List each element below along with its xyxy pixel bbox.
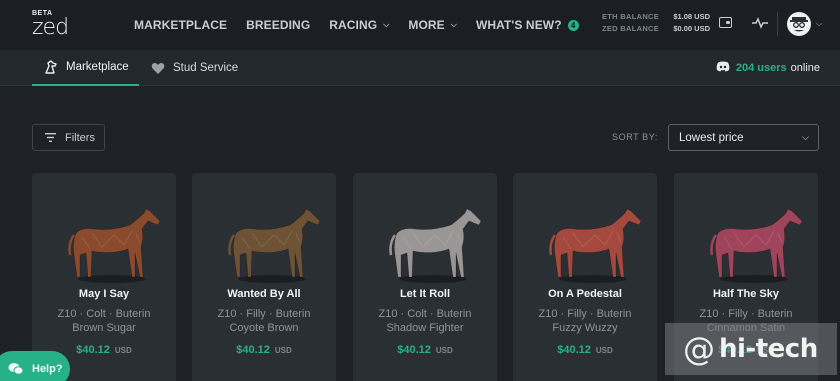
horse-price-currency: USD <box>435 346 453 355</box>
filter-lines-icon <box>45 133 56 142</box>
nav-breeding[interactable]: BREEDING <box>246 18 310 32</box>
horse-coat: Shadow Fighter <box>386 322 464 334</box>
horse-image <box>228 208 321 283</box>
horse-card[interactable]: Let It Roll Z10 · Colt · Buterin Shadow Fi… <box>353 173 497 381</box>
whats-new-badge: 4 <box>567 19 579 31</box>
filters-button[interactable]: Filters <box>32 124 105 151</box>
watermark-at-icon: @ <box>683 330 715 368</box>
horse-genotype: Z10 · Colt · Buterin <box>378 308 472 320</box>
horse-price-currency: USD <box>274 346 292 355</box>
horse-genotype: Z10 · Filly · Buterin <box>699 308 793 320</box>
chevron-down-icon[interactable]: ⌵ <box>816 19 822 29</box>
horse-image <box>389 208 482 283</box>
avatar-face-icon <box>790 17 808 32</box>
online-users-count: 204 users <box>735 62 787 74</box>
nav-more-label: MORE <box>408 18 445 32</box>
horse-genotype: Z10 · Filly · Buterin <box>217 308 311 320</box>
horse-name: Let It Roll <box>399 288 451 300</box>
horse-price: $40.12 USD <box>192 344 336 356</box>
tab-stud-service[interactable]: Stud Service <box>151 50 238 86</box>
tab-marketplace-label: Marketplace <box>66 61 129 73</box>
eth-balance-value: $1.08 USD <box>673 11 710 21</box>
tab-stud-service-label: Stud Service <box>173 62 239 74</box>
chevron-down-icon: ⌵ <box>802 132 809 142</box>
zed-balance-row: ZED BALANCE $0.00 USD <box>602 22 710 34</box>
horse-price-currency: USD <box>114 346 132 355</box>
online-users[interactable]: 204 users online <box>716 61 820 75</box>
help-label: Help? <box>32 363 63 375</box>
activity-pulse-icon[interactable] <box>752 16 768 30</box>
horse-card[interactable]: May I Say Z10 · Colt · Buterin Brown Sugar… <box>32 173 176 381</box>
horse-price-amount: $40.12 <box>76 344 110 356</box>
nav-marketplace[interactable]: MARKETPLACE <box>134 18 227 32</box>
nav-whats-new-label: WHAT'S NEW? <box>475 18 562 32</box>
horse-price-currency: USD <box>595 346 613 355</box>
chevron-down-icon: ⌵ <box>450 20 457 29</box>
sort-select-value: Lowest price <box>679 131 744 144</box>
sort-select[interactable]: Lowest price ⌵ <box>668 124 819 151</box>
horse-price-amount: $40.12 <box>236 344 270 356</box>
sub-navbar: Marketplace Stud Service <box>0 50 840 86</box>
horse-price-amount: $40.12 <box>557 344 591 356</box>
horse-coat: Fuzzy Wuzzy <box>552 322 618 334</box>
filters-label: Filters <box>65 131 95 144</box>
nav-racing[interactable]: RACING ⌵ <box>329 18 389 32</box>
heart-icon <box>151 62 165 75</box>
horse-coat: Brown Sugar <box>72 322 136 334</box>
online-users-suffix: online <box>790 62 820 74</box>
chat-bubbles-icon <box>8 362 24 376</box>
horse-card[interactable]: On A Pedestal Z10 · Filly · Buterin Fuzzy … <box>513 173 657 381</box>
eth-balance-row: ETH BALANCE $1.08 USD <box>602 10 710 22</box>
hi-tech-watermark: @ hi-tech <box>665 323 837 375</box>
horse-image <box>68 208 161 283</box>
horse-price: $40.12 USD <box>353 344 497 356</box>
header-divider <box>777 12 778 36</box>
horse-coat: Coyote Brown <box>229 322 299 334</box>
eth-balance-label: ETH BALANCE <box>602 11 660 21</box>
nav-racing-label: RACING <box>329 18 378 32</box>
horse-image <box>710 208 803 283</box>
watermark-text: hi-tech <box>719 334 818 364</box>
logo-text: zed <box>32 15 69 40</box>
sort-by-label: SORT BY: <box>612 132 658 142</box>
tab-marketplace[interactable]: Marketplace <box>32 50 139 86</box>
nav-more[interactable]: MORE ⌵ <box>408 18 457 32</box>
horse-price-amount: $40.12 <box>397 344 431 356</box>
balances-panel: ETH BALANCE $1.08 USD ZED BALANCE $0.00 … <box>602 10 710 34</box>
chevron-down-icon: ⌵ <box>383 20 390 29</box>
top-navbar: BETA zed MARKETPLACE BREEDING RACING ⌵ MO… <box>0 0 840 50</box>
zed-balance-value: $0.00 USD <box>673 23 710 33</box>
nav-breeding-label: BREEDING <box>246 18 311 32</box>
zed-balance-label: ZED BALANCE <box>602 23 660 33</box>
horse-name: May I Say <box>78 288 130 300</box>
horse-genotype: Z10 · Filly · Buterin <box>538 308 632 320</box>
nav-whats-new[interactable]: WHAT'S NEW? 4 <box>476 18 579 32</box>
avatar[interactable] <box>787 12 811 36</box>
wallet-icon[interactable] <box>719 17 732 28</box>
horse-name: Wanted By All <box>227 288 301 300</box>
horse-name: Half The Sky <box>712 288 780 300</box>
help-button[interactable]: Help? <box>0 351 70 381</box>
discord-icon <box>716 61 730 75</box>
nav-marketplace-label: MARKETPLACE <box>134 18 228 32</box>
horse-image <box>549 208 642 283</box>
zed-logo[interactable]: BETA zed <box>32 10 72 40</box>
main-nav: MARKETPLACE BREEDING RACING ⌵ MORE ⌵ WHAT'… <box>134 0 598 50</box>
horse-name: On A Pedestal <box>548 288 622 300</box>
horse-price: $40.12 USD <box>513 344 657 356</box>
horse-genotype: Z10 · Colt · Buterin <box>57 308 151 320</box>
horse-card[interactable]: Wanted By All Z10 · Filly · Buterin Coyote… <box>192 173 336 381</box>
horse-icon <box>44 60 58 74</box>
